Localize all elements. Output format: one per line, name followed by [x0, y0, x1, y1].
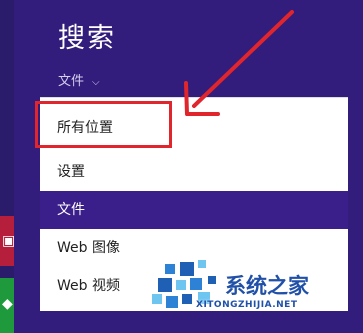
watermark-brand: 系统之家	[225, 274, 309, 298]
watermark-url: XITONGZHIJIA.NET	[196, 300, 298, 310]
